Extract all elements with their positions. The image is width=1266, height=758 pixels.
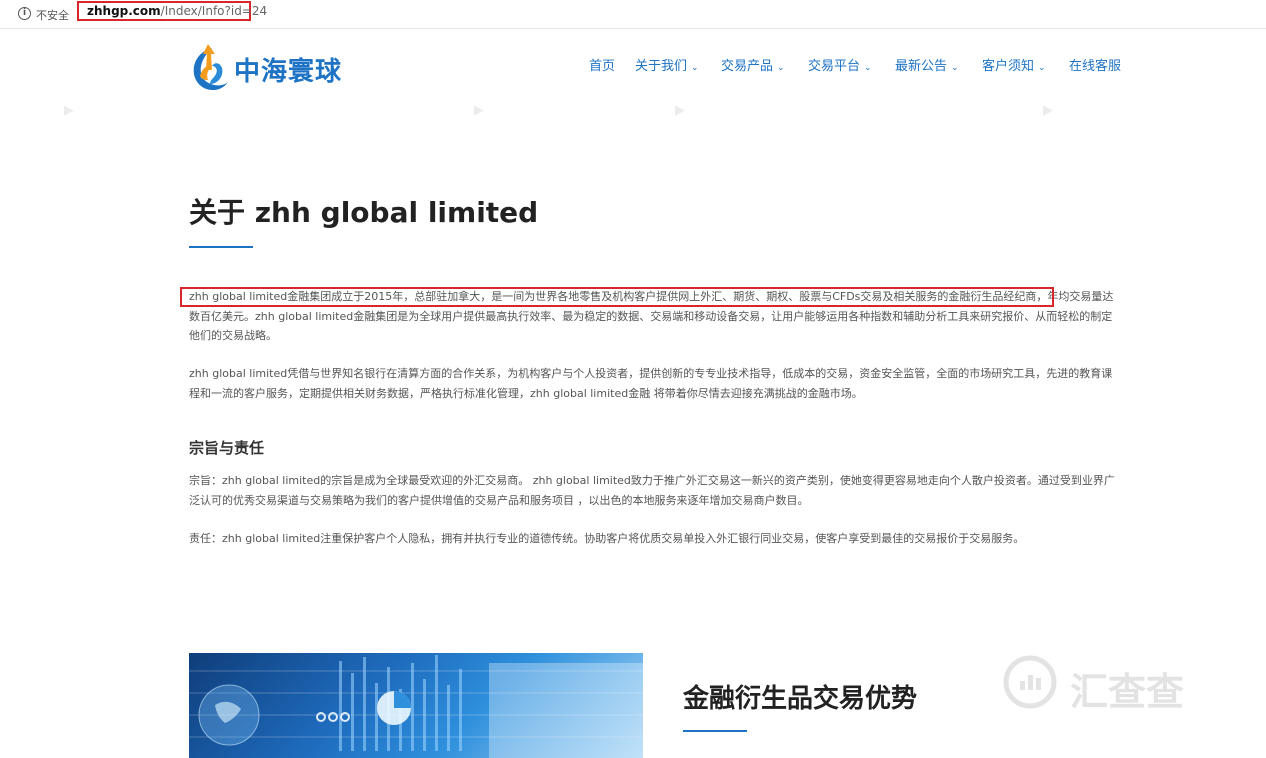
title-underline: [189, 246, 253, 248]
url-path: /Index/Info?id=24: [160, 4, 268, 18]
feature-underline: [683, 730, 747, 732]
nav-item-announcements[interactable]: 最新公告 ⌄: [895, 55, 959, 74]
security-label: 不安全: [36, 9, 69, 22]
partnership-paragraph: zhh global limited凭借与世界知名银行在清算方面的合作关系，为机…: [189, 364, 1131, 403]
decorative-arrow-icon: ▶: [675, 103, 685, 118]
finance-graphic-icon: [189, 655, 643, 758]
chevron-down-icon: ⌄: [951, 63, 959, 73]
nav-item-about[interactable]: 关于我们 ⌄: [635, 55, 699, 74]
nav-item-home[interactable]: 首页: [589, 55, 615, 74]
page-title: 关于 zhh global limited: [189, 196, 539, 229]
address-bar[interactable]: i 不安全 zhhgp.com/Index/Info?id=24: [0, 0, 1266, 29]
chevron-down-icon: ⌄: [691, 63, 699, 73]
nav-label: 客户须知: [982, 59, 1035, 74]
chevron-down-icon: ⌄: [864, 63, 872, 73]
watermark-text: 汇查查: [1070, 670, 1185, 714]
nav-label: 交易平台: [808, 59, 861, 74]
url-domain: zhhgp.com: [87, 4, 161, 18]
watermark: 汇查查: [1003, 655, 1203, 715]
nav-label: 首页: [589, 59, 616, 74]
decorative-arrow-icon: ▶: [64, 103, 74, 118]
chevron-down-icon: ⌄: [777, 63, 785, 73]
watermark-chat-icon: [1003, 655, 1057, 709]
nav-item-platform[interactable]: 交易平台 ⌄: [808, 55, 872, 74]
nav-item-online-support[interactable]: 在线客服: [1069, 55, 1121, 74]
decorative-arrow-icon: ▶: [1043, 103, 1053, 118]
url-field[interactable]: zhhgp.com/Index/Info?id=24: [77, 1, 267, 21]
logo-mark-icon: [193, 44, 228, 91]
info-icon[interactable]: i: [18, 7, 31, 20]
nav-item-products[interactable]: 交易产品 ⌄: [721, 55, 785, 74]
nav-item-customer-notice[interactable]: 客户须知 ⌄: [982, 55, 1046, 74]
nav-label: 交易产品: [721, 59, 774, 74]
brand-name: 中海寰球: [234, 57, 343, 87]
nav-label: 关于我们: [635, 59, 688, 74]
section-heading: 宗旨与责任: [189, 439, 265, 457]
feature-heading: 金融衍生品交易优势: [683, 684, 918, 714]
paragraph-line: 责任：zhh global limited注重保护客户个人隐私，拥有并执行专业的…: [189, 532, 1025, 545]
responsibility-paragraph: 责任：zhh global limited注重保护客户个人隐私，拥有并执行专业的…: [189, 529, 1131, 549]
site-logo[interactable]: 中海寰球: [188, 40, 348, 96]
highlight-box: [180, 287, 1054, 307]
nav-label: 在线客服: [1069, 59, 1122, 74]
paragraph-line: 宗旨：zhh global limited的宗旨是成为全球最受欢迎的外汇交易商。…: [189, 474, 1115, 487]
nav-label: 最新公告: [895, 59, 948, 74]
feature-image: [189, 653, 643, 758]
paragraph-line: 程和一流的客户服务，定期提供相关财务数据，严格执行标准化管理，zhh globa…: [189, 386, 863, 400]
paragraph-line: zhh global limited凭借与世界知名银行在清算方面的合作关系，为机…: [189, 367, 1113, 380]
chevron-down-icon: ⌄: [1038, 63, 1046, 73]
decorative-arrow-icon: ▶: [474, 103, 484, 118]
intro-line: 他们的交易战略。: [189, 329, 277, 342]
paragraph-line: 泛认可的优秀交易渠道与交易策略为我们的客户提供增值的交易产品和服务项目 ，以出色…: [189, 493, 809, 507]
intro-line: 数百亿美元。zhh global limited金融集团是为全球用户提供最高执行…: [189, 309, 1113, 323]
mission-paragraph: 宗旨：zhh global limited的宗旨是成为全球最受欢迎的外汇交易商。…: [189, 471, 1131, 510]
